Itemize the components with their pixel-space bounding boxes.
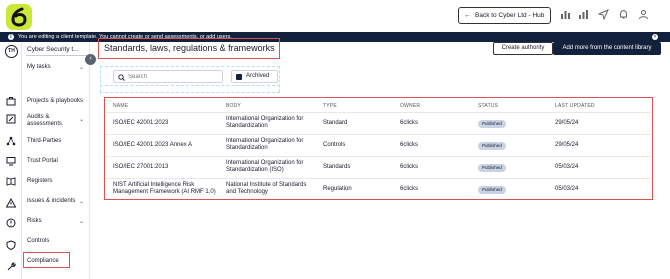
sidebar-item-registers[interactable]: Registers [27, 178, 52, 184]
alert-icon[interactable] [6, 218, 16, 228]
search-box[interactable] [113, 70, 223, 83]
column-header-owner[interactable]: OWNER [400, 103, 420, 109]
workspace-name[interactable]: Cyber Security t... [27, 46, 79, 53]
column-header-last-updated[interactable]: LAST UPDATED [555, 103, 595, 109]
back-to-hub-button[interactable]: ← Back to Cyber Ltd - Hub [458, 7, 551, 24]
book-icon[interactable] [6, 176, 16, 186]
table-cell-body: Standardization [226, 123, 268, 129]
table-cell-type: Standards [323, 164, 351, 170]
sidebar-item-projects[interactable]: Projects & playbooks [27, 98, 83, 104]
info-icon: i [8, 34, 14, 40]
top-bar: ← Back to Cyber Ltd - Hub [0, 0, 670, 32]
row-divider [106, 178, 651, 179]
divider [26, 55, 88, 56]
table-cell-owner: 6clicks [400, 186, 419, 192]
send-icon[interactable] [598, 9, 609, 20]
row-divider [106, 112, 651, 113]
archived-toggle[interactable]: Archived [231, 70, 278, 83]
shield-icon[interactable] [6, 240, 16, 250]
table-cell-owner: 6clicks [400, 164, 419, 170]
search-input[interactable] [128, 72, 218, 82]
table-cell-name[interactable]: Management Framework (AI RMF 1.0) [113, 189, 216, 196]
title-highlight [98, 38, 280, 59]
column-header-status[interactable]: STATUS [478, 103, 498, 109]
table-cell-body: International Organization for [226, 138, 304, 144]
column-header-type[interactable]: TYPE [323, 103, 337, 109]
column-header-body[interactable]: BODY [226, 103, 241, 109]
table-cell-owner: 6clicks [400, 120, 419, 126]
row-divider [106, 156, 651, 157]
collapse-sidebar-button[interactable]: ‹ [85, 54, 96, 65]
logo[interactable] [6, 4, 32, 30]
sidebar-item-controls[interactable]: Controls [27, 238, 49, 244]
sidebar-item-audits-line2[interactable]: assessments [27, 121, 62, 127]
table-cell-owner: 6clicks [400, 142, 419, 148]
six-clicks-logo-icon [11, 7, 27, 27]
dashboard-icon[interactable] [560, 9, 571, 20]
sidebar-item-trust-portal[interactable]: Trust Portal [27, 158, 58, 164]
sidebar-item-my-tasks[interactable]: My tasks [27, 64, 51, 70]
monitor-icon[interactable] [6, 156, 16, 166]
table-cell-updated: 29/05/24 [555, 120, 579, 126]
reports-icon[interactable] [578, 9, 589, 20]
bell-icon[interactable] [618, 9, 629, 20]
sidebar: Cyber Security t... My tasks ⌄ Projects … [22, 42, 90, 279]
chevron-down-icon[interactable]: ⌄ [79, 64, 84, 71]
guide-line [100, 66, 101, 92]
table-cell-updated: 05/03/24 [555, 164, 579, 170]
wrench-icon[interactable] [6, 262, 16, 272]
compliance-highlight [23, 252, 70, 268]
row-divider [106, 134, 651, 135]
table-cell-type: Controls [323, 142, 346, 148]
chevron-down-icon[interactable]: ⌄ [79, 116, 84, 123]
archived-label: Archived [246, 73, 270, 79]
table-cell-updated: 29/05/24 [555, 142, 579, 148]
checkbox-icon[interactable] [236, 74, 242, 80]
chevron-down-icon[interactable]: ⌄ [79, 218, 84, 225]
search-icon [118, 74, 125, 81]
chevron-down-icon[interactable]: ⌄ [79, 198, 84, 205]
briefcase-icon[interactable] [6, 96, 16, 106]
table-cell-body: Standardization (ISO) [226, 167, 284, 173]
guide-line [100, 92, 280, 93]
guide-line [100, 66, 280, 67]
status-badge: Published [478, 142, 506, 150]
close-icon[interactable]: × [652, 34, 658, 40]
guide-line [100, 85, 280, 86]
content-library-button[interactable]: Add more from the content library [553, 42, 661, 55]
sidebar-item-audits[interactable]: Audits & [27, 114, 49, 120]
status-badge: Published [478, 120, 506, 128]
arrow-left-icon: ← [464, 12, 471, 19]
create-authority-button[interactable]: Create authority [493, 42, 553, 55]
table-cell-updated: 05/03/24 [555, 186, 579, 192]
status-badge: Published [478, 186, 506, 194]
table-cell-name[interactable]: ISO/IEC 42001:2023 Annex A [113, 142, 192, 149]
table-cell-name[interactable]: ISO/IEC 27001:2013 [113, 164, 168, 171]
user-icon[interactable] [638, 9, 649, 20]
sidebar-item-issues[interactable]: Issues & incidents [27, 198, 75, 204]
table-cell-name[interactable]: ISO/IEC 42001:2023 [113, 120, 168, 127]
avatar[interactable]: TH [5, 45, 18, 58]
table-cell-body: and Technology [226, 189, 268, 195]
status-badge: Published [478, 164, 506, 172]
warning-icon[interactable] [6, 198, 16, 208]
sidebar-item-third-parties[interactable]: Third-Parties [27, 138, 61, 144]
table-cell-body: National Institute of Standards [226, 182, 307, 188]
guide-line [279, 66, 280, 92]
edit-icon[interactable] [6, 114, 16, 124]
table-cell-body: International Organization for [226, 116, 304, 122]
table-cell-type: Standard [323, 120, 348, 126]
table-cell-body: Standardization [226, 145, 268, 151]
back-to-hub-label: Back to Cyber Ltd - Hub [475, 12, 545, 19]
table-cell-body: International Organization for [226, 160, 304, 166]
column-header-name[interactable]: NAME [113, 103, 128, 109]
network-icon[interactable] [6, 136, 16, 146]
icon-rail: TH [0, 42, 22, 279]
sidebar-item-risks[interactable]: Risks [27, 218, 42, 224]
table-cell-name[interactable]: NIST Artificial Intelligence Risk [113, 182, 194, 189]
table-cell-type: Regulation [323, 186, 352, 192]
